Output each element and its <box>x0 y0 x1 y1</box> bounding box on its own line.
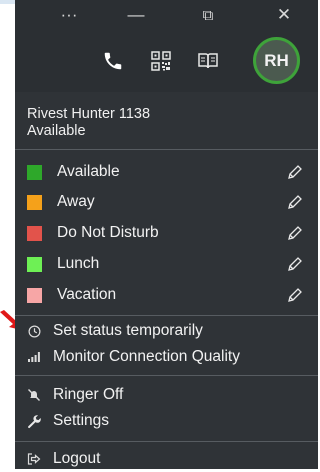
edit-pencil-icon[interactable] <box>287 256 303 272</box>
minimize-icon: — <box>127 5 145 24</box>
menu-label: Ringer Off <box>53 386 124 403</box>
edit-pencil-icon[interactable] <box>287 287 303 303</box>
app-header: RH <box>15 30 318 92</box>
qr-code-button[interactable] <box>148 48 174 74</box>
logout-item[interactable]: Logout <box>15 446 318 472</box>
status-option-available[interactable]: Available <box>15 157 318 187</box>
ellipsis-icon: ··· <box>60 5 78 24</box>
restore-icon: ⧉ <box>202 6 214 24</box>
status-label: Away <box>57 193 95 210</box>
background-edge <box>0 0 15 4</box>
more-options-button[interactable]: ··· <box>52 2 86 28</box>
avatar-initials: RH <box>264 50 289 70</box>
settings-item[interactable]: Settings <box>15 408 318 434</box>
divider <box>15 441 318 442</box>
clock-icon <box>26 323 42 339</box>
status-label: Vacation <box>57 286 117 303</box>
status-label: Lunch <box>57 255 100 272</box>
wrench-icon <box>26 413 42 429</box>
logout-icon <box>26 451 42 467</box>
phone-icon <box>104 52 122 70</box>
status-option-do-not-disturb[interactable]: Do Not Disturb <box>15 218 318 248</box>
menu-label: Settings <box>53 412 110 429</box>
lunch-color-swatch <box>27 256 42 272</box>
away-color-swatch <box>27 194 42 210</box>
status-option-away[interactable]: Away <box>15 187 318 217</box>
minimize-button[interactable]: — <box>119 2 153 28</box>
status-option-lunch[interactable]: Lunch <box>15 249 318 279</box>
signal-bars-icon <box>26 349 42 365</box>
user-name: Rivest Hunter 1138 <box>27 106 151 122</box>
menu-label: Monitor Connection Quality <box>53 348 240 365</box>
bell-off-icon <box>26 387 42 403</box>
presence-menu-panel: ··· — ⧉ ✕ RH Rivest Hunter 1138 Availabl… <box>15 0 318 469</box>
background-strip <box>0 0 15 469</box>
status-label: Do Not Disturb <box>57 224 159 241</box>
ringer-off-item[interactable]: Ringer Off <box>15 382 318 408</box>
close-icon: ✕ <box>276 5 292 24</box>
qr-code-icon <box>151 51 171 71</box>
status-label: Available <box>57 163 120 180</box>
user-info: Rivest Hunter 1138 Available <box>15 92 318 148</box>
status-option-vacation[interactable]: Vacation <box>15 280 318 310</box>
divider <box>15 315 318 316</box>
close-button[interactable]: ✕ <box>267 2 301 28</box>
edit-pencil-icon[interactable] <box>287 225 303 241</box>
available-color-swatch <box>27 164 42 180</box>
directory-button[interactable] <box>195 48 221 74</box>
monitor-connection-quality-item[interactable]: Monitor Connection Quality <box>15 344 318 370</box>
divider <box>15 149 318 150</box>
book-icon <box>198 53 218 69</box>
edit-pencil-icon[interactable] <box>287 164 303 180</box>
user-current-status: Available <box>27 123 86 139</box>
menu-label: Logout <box>53 450 101 467</box>
edit-pencil-icon[interactable] <box>287 194 303 210</box>
set-status-temporarily-item[interactable]: Set status temporarily <box>15 318 318 344</box>
menu-label: Set status temporarily <box>53 322 203 339</box>
vacation-color-swatch <box>27 287 42 303</box>
user-avatar[interactable]: RH <box>253 37 300 84</box>
restore-button[interactable]: ⧉ <box>191 2 225 28</box>
phone-button[interactable] <box>100 48 126 74</box>
divider <box>15 375 318 376</box>
do-not-disturb-color-swatch <box>27 225 42 241</box>
title-bar: ··· — ⧉ ✕ <box>15 0 318 30</box>
